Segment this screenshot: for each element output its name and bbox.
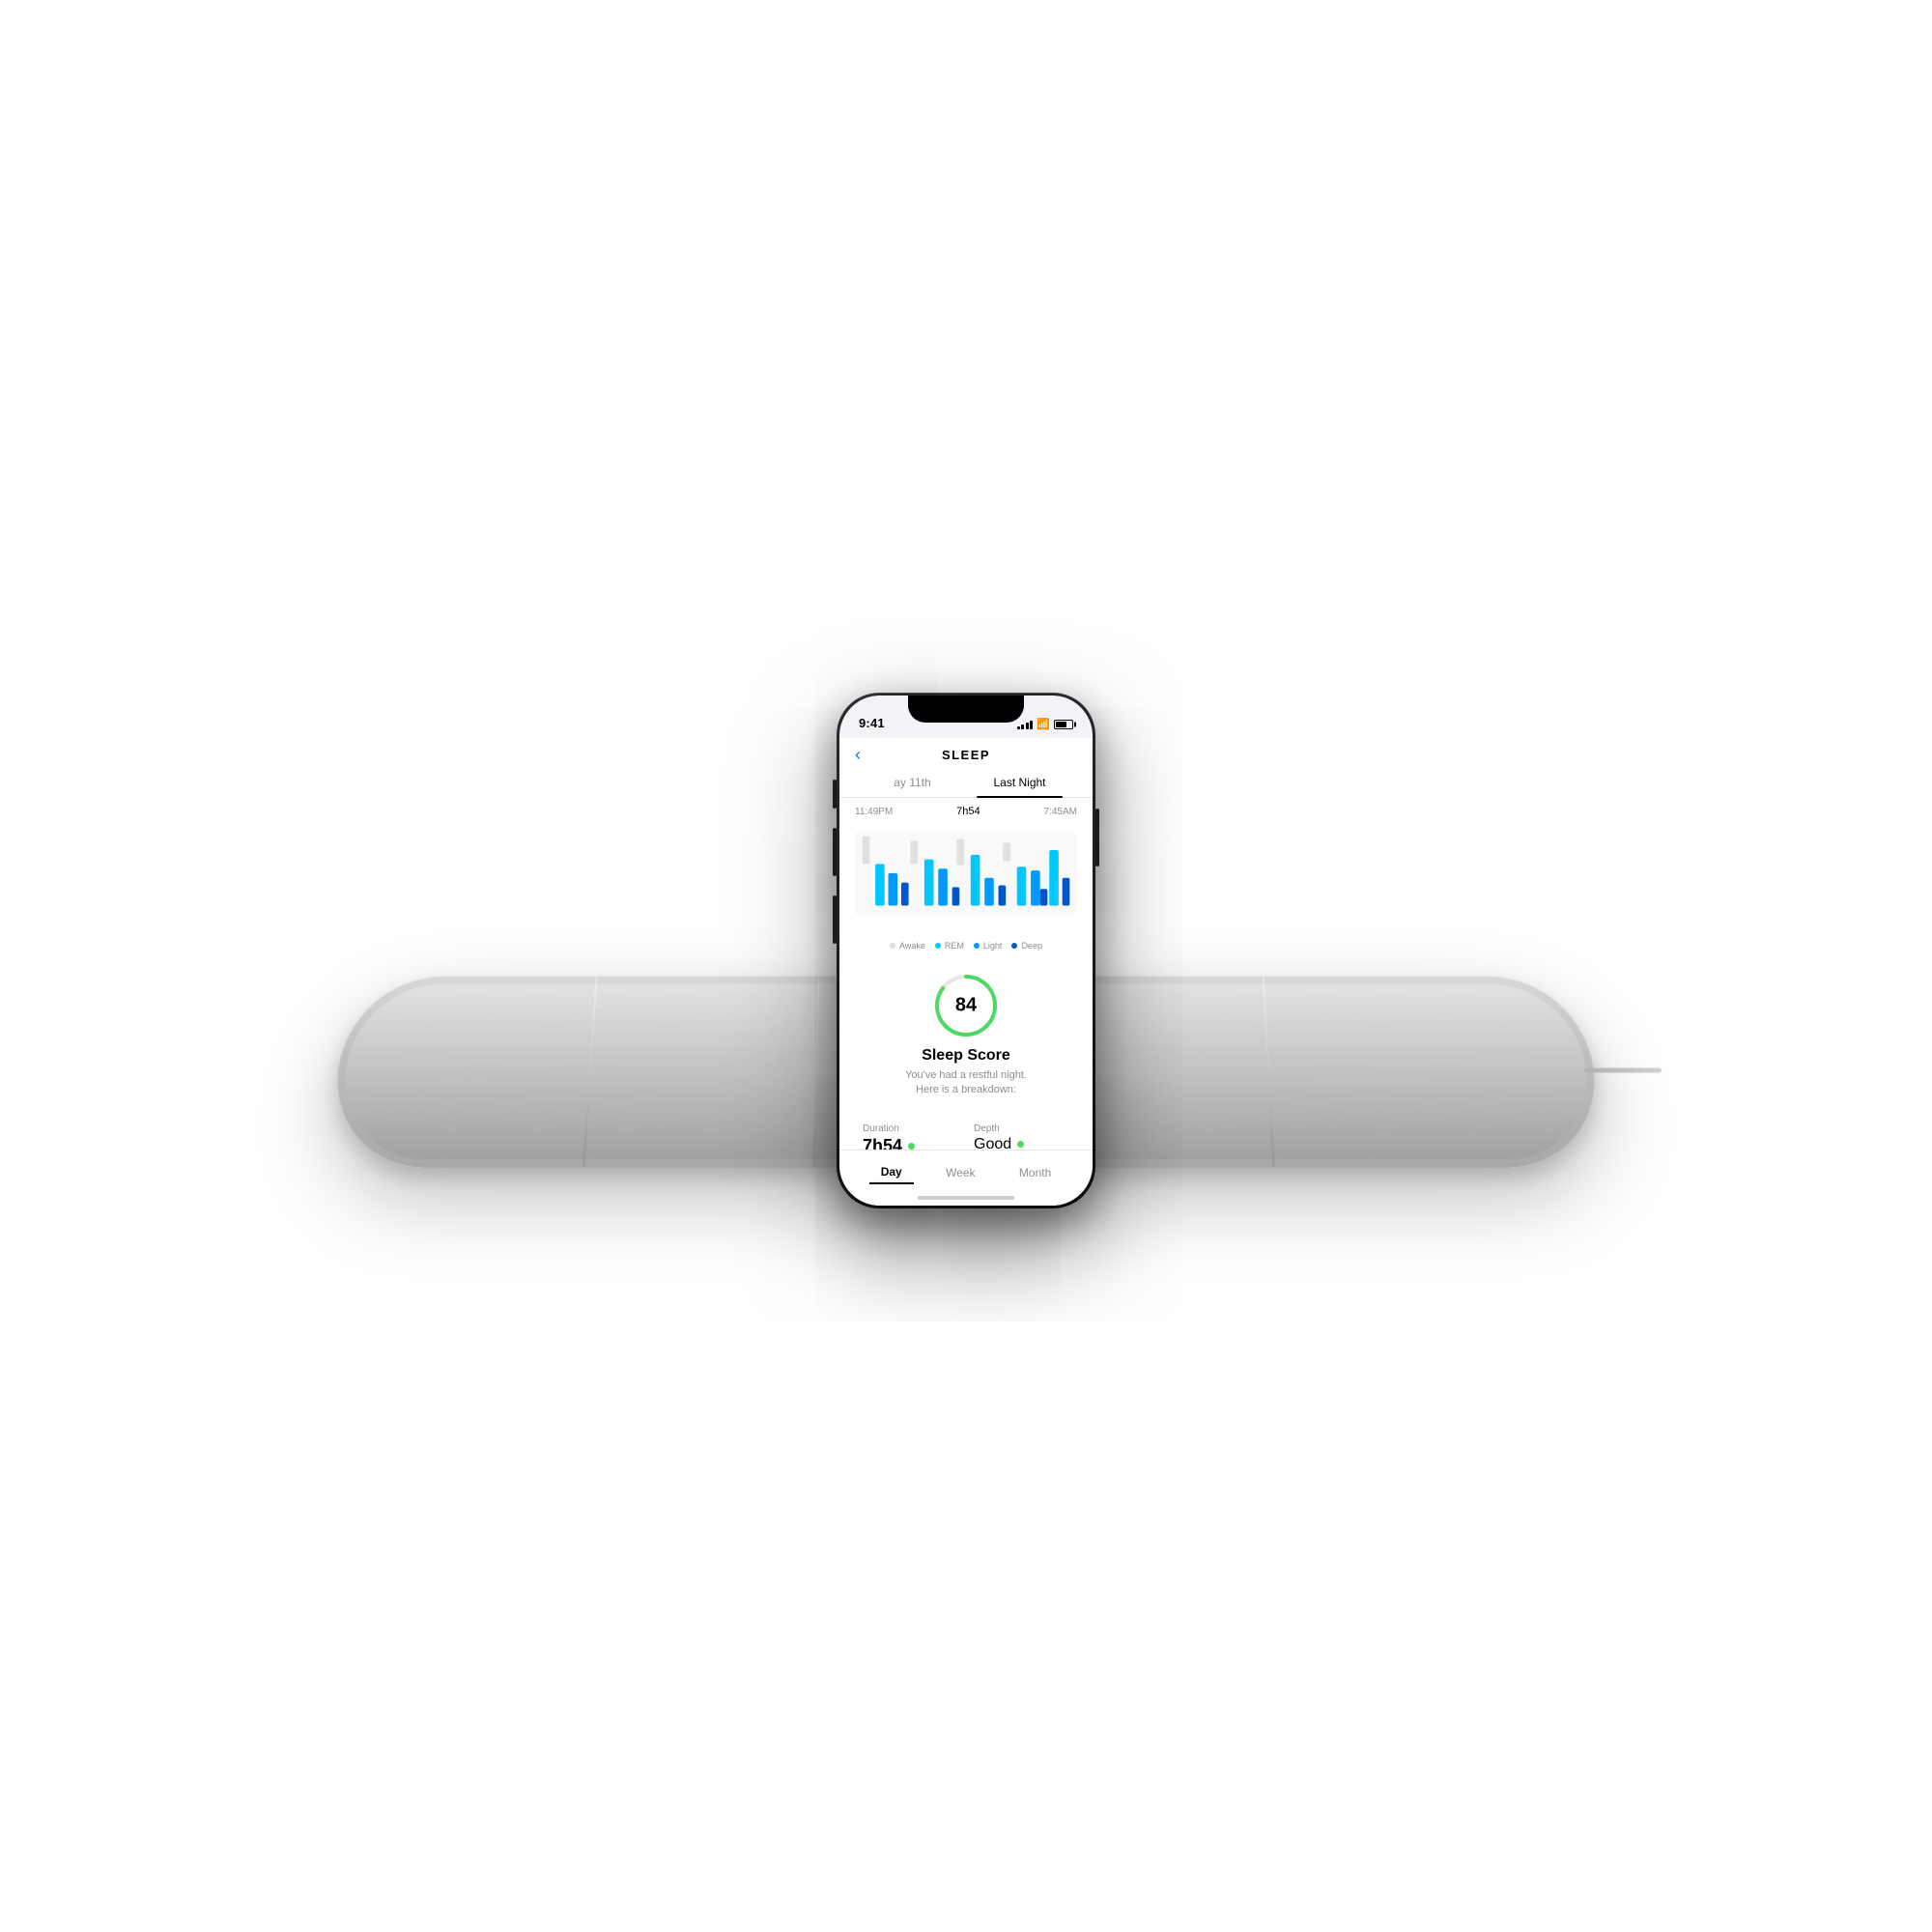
sleep-score-desc: You've had a restful night. Here is a br… — [905, 1068, 1027, 1098]
awake-label: Awake — [899, 941, 925, 951]
date-tabs: ay 11th Last Night — [839, 768, 1093, 798]
legend-deep: Deep — [1011, 941, 1042, 951]
sleep-score-title: Sleep Score — [922, 1047, 1010, 1065]
tab-last-night[interactable]: Last Night — [966, 768, 1073, 797]
chart-legend: Awake REM Light — [839, 937, 1093, 958]
page-title: SLEEP — [942, 748, 990, 762]
phone-screen: 9:41 📶 — [839, 696, 1093, 1206]
light-label: Light — [983, 941, 1003, 951]
back-button[interactable]: ‹ — [855, 745, 861, 765]
sleep-duration-header: 7h54 — [956, 806, 980, 817]
sleep-chart — [839, 821, 1093, 937]
rem-dot — [935, 943, 941, 949]
sleep-chart-svg — [855, 825, 1077, 922]
tab-date[interactable]: ay 11th — [859, 768, 966, 797]
battery-icon — [1054, 719, 1073, 728]
phone-inner: 9:41 📶 — [839, 696, 1093, 1206]
app-content: ‹ SLEEP ay 11th Last Night 11:49PM 7h54 — [839, 738, 1093, 1206]
home-indicator — [918, 1196, 1014, 1200]
tab-week[interactable]: Week — [934, 1161, 986, 1182]
legend-light: Light — [974, 941, 1003, 951]
sleep-start-time: 11:49PM — [855, 806, 893, 816]
duration-label: Duration — [863, 1123, 958, 1134]
deep-dot — [1011, 943, 1017, 949]
sleep-times: 11:49PM 7h54 7:45AM — [839, 798, 1093, 821]
legend-awake: Awake — [890, 941, 925, 951]
scene: 9:41 📶 — [0, 0, 1932, 1932]
power-button[interactable] — [1095, 809, 1099, 867]
wifi-icon: 📶 — [1037, 718, 1050, 730]
awake-dot — [890, 943, 895, 949]
status-icons: 📶 — [1017, 718, 1073, 730]
status-time: 9:41 — [859, 716, 885, 730]
deep-label: Deep — [1021, 941, 1042, 951]
depth-label: Depth — [974, 1123, 1069, 1134]
sleep-end-time: 7:45AM — [1044, 806, 1077, 816]
phone-shell: 9:41 📶 — [837, 693, 1095, 1208]
depth-dot — [1017, 1141, 1024, 1148]
tab-month[interactable]: Month — [1008, 1161, 1063, 1182]
score-section: 84 Sleep Score You've had a restful nigh… — [839, 958, 1093, 1108]
notch — [908, 696, 1024, 723]
light-dot — [974, 943, 980, 949]
score-circle: 84 — [932, 972, 1000, 1039]
tab-day[interactable]: Day — [869, 1160, 914, 1183]
rem-label: REM — [945, 941, 964, 951]
phone: 9:41 📶 — [837, 693, 1095, 1208]
signal-icon — [1017, 719, 1034, 728]
duration-dot — [908, 1143, 915, 1150]
score-value: 84 — [955, 994, 977, 1016]
legend-rem: REM — [935, 941, 964, 951]
nav-bar: ‹ SLEEP — [839, 738, 1093, 768]
